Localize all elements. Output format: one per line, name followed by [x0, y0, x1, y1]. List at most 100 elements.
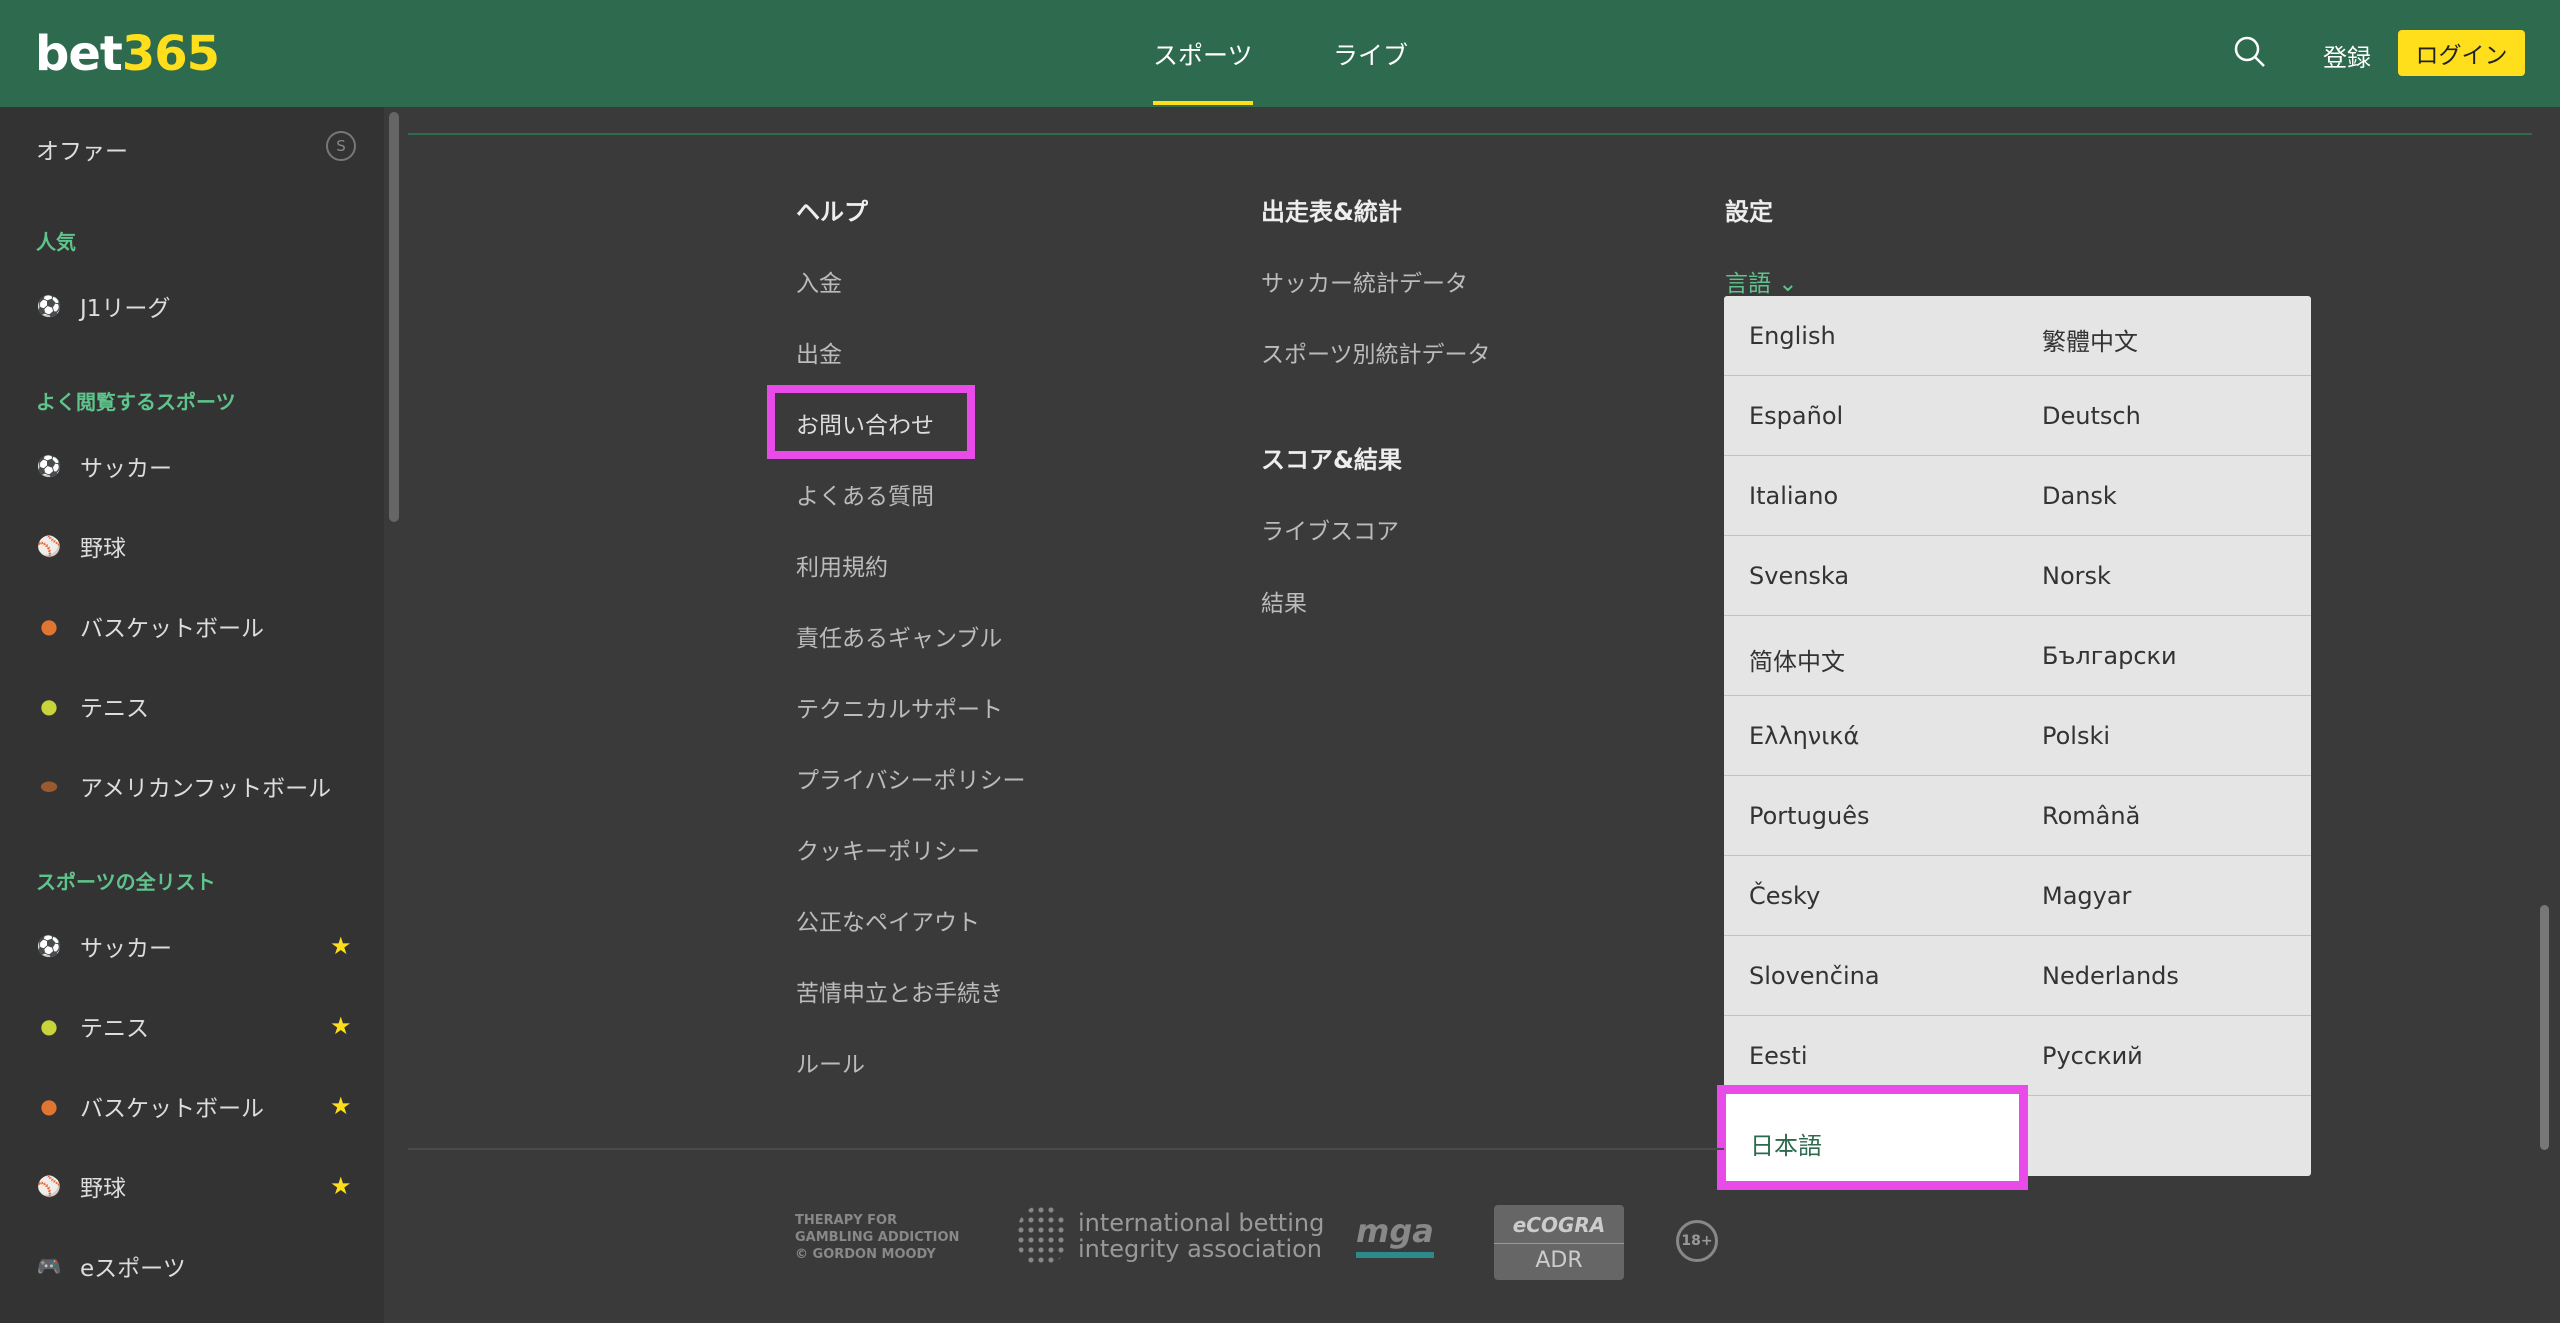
- link-faq[interactable]: よくある質問: [796, 477, 934, 511]
- sidebar-item-soccer[interactable]: ⚽ サッカー ★: [0, 916, 384, 976]
- sidebar-offer[interactable]: オファー: [36, 132, 128, 166]
- language-option[interactable]: Polski: [2042, 722, 2110, 750]
- language-option-selected[interactable]: 日本語: [1717, 1085, 2028, 1190]
- tennis-ball-icon: ●: [40, 1014, 58, 1038]
- ibia-line-1: international betting: [1078, 1209, 1325, 1237]
- language-option[interactable]: Svenska: [1749, 562, 1849, 590]
- language-option[interactable]: Italiano: [1749, 482, 1838, 510]
- settings-column-title: 設定: [1725, 198, 1773, 226]
- scores-column-title: スコア&結果: [1261, 446, 1402, 474]
- sidebar-item-label: 野球: [80, 1176, 126, 1202]
- sidebar-item-baseball[interactable]: ⚾ 野球: [0, 516, 384, 576]
- baseball-icon: ⚾: [36, 1174, 62, 1198]
- stats-column-title: 出走表&統計: [1261, 198, 1402, 226]
- link-contact[interactable]: お問い合わせ: [796, 406, 934, 440]
- sidebar-scrollbar[interactable]: [389, 112, 399, 522]
- language-option[interactable]: Eesti: [1749, 1042, 1808, 1070]
- gamepad-icon: 🎮: [36, 1254, 62, 1278]
- language-option[interactable]: Norsk: [2042, 562, 2111, 590]
- sidebar-item-soccer[interactable]: ⚽ サッカー: [0, 436, 384, 496]
- language-option[interactable]: Magyar: [2042, 882, 2131, 910]
- sidebar-item-tennis[interactable]: ● テニス ★: [0, 996, 384, 1056]
- language-option[interactable]: Nederlands: [2042, 962, 2179, 990]
- language-row: Eesti Русский: [1724, 1016, 2311, 1096]
- language-option[interactable]: 简体中文: [1749, 642, 1845, 677]
- link-responsible-gambling[interactable]: 責任あるギャンブル: [796, 619, 1002, 653]
- sidebar-item-j1[interactable]: ⚽ J1リーグ: [0, 276, 384, 336]
- sidebar-item-label: J1リーグ: [80, 296, 171, 322]
- link-fair-payout[interactable]: 公正なペイアウト: [796, 903, 980, 937]
- language-option[interactable]: Dansk: [2042, 482, 2117, 510]
- language-option[interactable]: Slovenčina: [1749, 962, 1880, 990]
- link-results[interactable]: 結果: [1261, 584, 1307, 618]
- language-option[interactable]: 繁體中文: [2042, 322, 2138, 357]
- sidebar-heading-frequent: よく閲覧するスポーツ: [36, 390, 236, 414]
- sidebar-item-basketball[interactable]: ● バスケットボール: [0, 596, 384, 656]
- sidebar-item-basketball[interactable]: ● バスケットボール ★: [0, 1076, 384, 1136]
- sidebar-heading-all: スポーツの全リスト: [36, 870, 216, 894]
- sidebar-item-american-football[interactable]: ⬬ アメリカンフットボール: [0, 756, 384, 816]
- ibia-text: international betting integrity associat…: [1078, 1210, 1324, 1262]
- offer-coin-icon: S: [326, 131, 356, 161]
- tab-live[interactable]: ライブ: [1333, 36, 1408, 72]
- divider: [408, 133, 2532, 135]
- favorite-star-icon[interactable]: ★: [330, 932, 352, 960]
- link-cookies[interactable]: クッキーポリシー: [796, 832, 980, 866]
- soccer-ball-icon: ⚽: [36, 934, 62, 958]
- tab-sports[interactable]: スポーツ: [1153, 36, 1253, 105]
- j1-league-icon: ⚽: [36, 294, 62, 318]
- favorite-star-icon[interactable]: ★: [330, 1012, 352, 1040]
- favorite-star-icon[interactable]: ★: [330, 1172, 352, 1200]
- link-rules[interactable]: ルール: [796, 1045, 865, 1079]
- login-button[interactable]: ログイン: [2398, 30, 2525, 76]
- link-sport-stats[interactable]: スポーツ別統計データ: [1261, 335, 1491, 369]
- language-row: Español Deutsch: [1724, 376, 2311, 456]
- language-option[interactable]: English: [1749, 322, 1836, 350]
- page-scrollbar[interactable]: [2540, 905, 2549, 1150]
- soccer-ball-icon: ⚽: [36, 454, 62, 478]
- link-tech-support[interactable]: テクニカルサポート: [796, 690, 1003, 724]
- gordon-moody-logo[interactable]: THERAPY FOR GAMBLING ADDICTION © GORDON …: [795, 1212, 965, 1263]
- ecogra-title: eCOGRA: [1512, 1213, 1606, 1237]
- language-option[interactable]: Български: [2042, 642, 2177, 670]
- language-option[interactable]: Română: [2042, 802, 2140, 830]
- language-option[interactable]: Русский: [2042, 1042, 2143, 1070]
- sidebar-item-label: サッカー: [80, 456, 172, 482]
- link-deposit[interactable]: 入金: [796, 264, 842, 298]
- sidebar-item-tennis[interactable]: ● テニス: [0, 676, 384, 736]
- ibia-logo[interactable]: international betting integrity associat…: [1016, 1205, 1324, 1267]
- favorite-star-icon[interactable]: ★: [330, 1092, 352, 1120]
- link-withdraw[interactable]: 出金: [796, 335, 842, 369]
- search-icon[interactable]: [2232, 34, 2268, 70]
- link-live-score[interactable]: ライブスコア: [1261, 512, 1399, 546]
- logo-365: 365: [121, 26, 220, 82]
- bet365-logo[interactable]: bet365: [35, 26, 220, 82]
- basketball-icon: ●: [40, 614, 58, 638]
- sidebar-item-esports[interactable]: 🎮 eスポーツ: [0, 1236, 384, 1296]
- sidebar-item-baseball[interactable]: ⚾ 野球 ★: [0, 1156, 384, 1216]
- link-soccer-stats[interactable]: サッカー統計データ: [1261, 264, 1468, 298]
- language-row: Português Română: [1724, 776, 2311, 856]
- link-complaints[interactable]: 苦情申立とお手続き: [796, 974, 1003, 1008]
- language-row: Ελληνικά Polski: [1724, 696, 2311, 776]
- language-option[interactable]: Português: [1749, 802, 1870, 830]
- sidebar-item-label: 野球: [80, 536, 126, 562]
- basketball-icon: ●: [40, 1094, 58, 1118]
- link-privacy[interactable]: プライバシーポリシー: [796, 761, 1026, 795]
- mga-logo[interactable]: mga: [1356, 1212, 1434, 1258]
- language-dropdown-toggle[interactable]: 言語 ⌄: [1725, 264, 1798, 298]
- language-option[interactable]: Česky: [1749, 882, 1820, 910]
- ecogra-logo[interactable]: eCOGRA ADR: [1494, 1205, 1624, 1280]
- selected-language-label: 日本語: [1750, 1132, 1822, 1160]
- language-option[interactable]: Ελληνικά: [1749, 722, 1859, 750]
- language-row: Slovenčina Nederlands: [1724, 936, 2311, 1016]
- language-option[interactable]: Deutsch: [2042, 402, 2141, 430]
- language-row: English 繁體中文: [1724, 296, 2311, 376]
- link-terms[interactable]: 利用規約: [796, 548, 888, 582]
- language-option[interactable]: Español: [1749, 402, 1843, 430]
- language-row: 简体中文 Български: [1724, 616, 2311, 696]
- sidebar-item-label: アメリカンフットボール: [80, 776, 332, 802]
- help-column-title: ヘルプ: [796, 198, 868, 226]
- footer-divider: [408, 1148, 1724, 1150]
- register-link[interactable]: 登録: [2323, 38, 2371, 73]
